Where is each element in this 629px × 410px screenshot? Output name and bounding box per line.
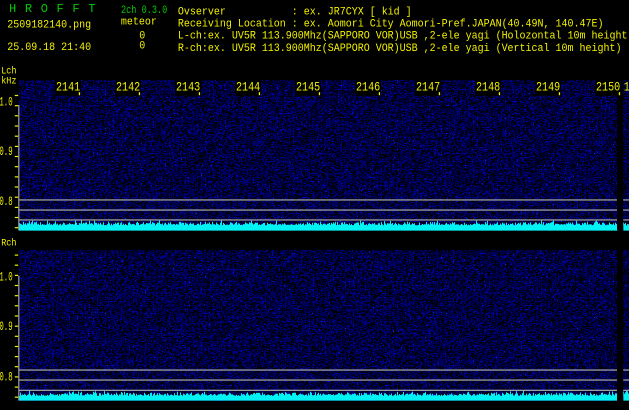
- svg-text:kHz: kHz: [1, 75, 16, 87]
- svg-text:1.0: 1.0: [0, 271, 13, 286]
- svg-text:10: 10: [624, 80, 629, 95]
- svg-text:meteor: meteor: [121, 16, 157, 29]
- svg-text:1.0: 1.0: [0, 96, 13, 111]
- svg-text:2141: 2141: [56, 80, 80, 95]
- svg-text:2146: 2146: [356, 80, 380, 95]
- svg-text:2509182140.png: 2509182140.png: [7, 19, 91, 32]
- svg-text:0.9: 0.9: [0, 320, 13, 335]
- svg-text:Ovserver : ex. JR7CY: Ovserver : ex. JR7CYX [ kid ]: [178, 6, 412, 19]
- svg-text:L-ch:ex. UV5R 113.900Mhz(SAPPO: L-ch:ex. UV5R 113.900Mhz(SAPPORO VOR)USB…: [178, 30, 629, 43]
- svg-text:2148: 2148: [476, 80, 500, 95]
- svg-text:2145: 2145: [296, 80, 320, 95]
- svg-text:25.09.18 21:40: 25.09.18 21:40: [7, 42, 91, 55]
- svg-text:0.8: 0.8: [0, 195, 13, 210]
- svg-text:2142: 2142: [116, 80, 140, 95]
- svg-text:0.9: 0.9: [0, 145, 13, 160]
- svg-text:0: 0: [139, 40, 145, 53]
- svg-text:Receiving Location : ex. Aomor: Receiving Location : ex. Aomori City Aom…: [178, 18, 604, 31]
- svg-text:R-ch:ex. UV5R 113.900Mhz(SAPPO: R-ch:ex. UV5R 113.900Mhz(SAPPORO VOR)USB…: [178, 43, 622, 56]
- svg-text:0.8: 0.8: [0, 371, 13, 386]
- svg-text:2ch 0.3.0: 2ch 0.3.0: [121, 4, 167, 16]
- svg-text:2147: 2147: [416, 80, 440, 95]
- svg-text:2149: 2149: [536, 80, 560, 95]
- svg-text:2144: 2144: [236, 80, 260, 95]
- svg-text:2143: 2143: [176, 80, 200, 95]
- svg-text:HROFFT: HROFFT: [9, 2, 104, 16]
- svg-text:2150: 2150: [596, 80, 620, 95]
- svg-text:Rch: Rch: [1, 237, 16, 249]
